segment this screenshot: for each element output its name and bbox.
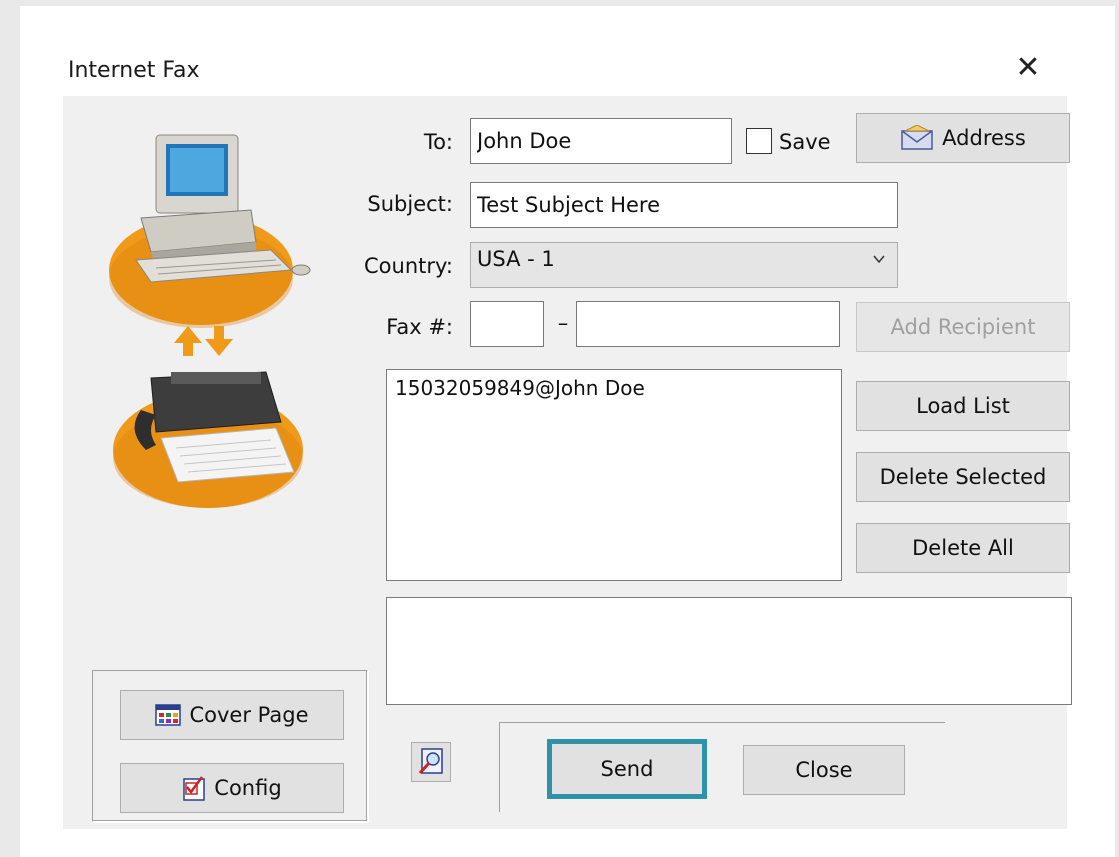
close-button[interactable]: Close [743, 745, 905, 795]
send-button[interactable]: Send [547, 739, 707, 799]
fax-label: Fax #: [386, 315, 453, 339]
envelope-icon [901, 125, 933, 150]
cover-page-label: Cover Page [189, 703, 309, 727]
delete-all-button[interactable]: Delete All [856, 523, 1070, 573]
fax-window: Internet Fax ✕ To: John Doe Save Address… [20, 6, 1115, 857]
preview-button[interactable] [411, 742, 451, 782]
fax-dialog: To: Save Address Subject: Country: USA -… [63, 96, 1072, 829]
message-textarea[interactable] [386, 597, 1072, 705]
cover-page-button[interactable]: Cover Page [120, 690, 344, 740]
address-button-label: Address [942, 126, 1026, 150]
address-button[interactable]: Address [856, 113, 1070, 163]
fax-area-code-field[interactable] [470, 301, 544, 347]
fax-dash: – [557, 311, 569, 335]
save-label: Save [779, 130, 831, 154]
computer-fax-illustration [109, 134, 311, 508]
grid-icon [155, 704, 182, 726]
subject-label: Subject: [367, 192, 453, 216]
config-label: Config [214, 776, 282, 800]
to-label: To: [423, 130, 453, 154]
recipient-list-item[interactable]: 15032059849@John Doe [395, 376, 833, 400]
subject-field[interactable] [470, 182, 898, 228]
save-checkbox[interactable] [746, 128, 772, 154]
window-title: Internet Fax [68, 58, 200, 83]
to-field[interactable] [470, 118, 732, 164]
fax-number-field[interactable] [576, 301, 840, 347]
recipient-listbox[interactable]: 15032059849@John Doe [386, 369, 842, 581]
load-list-button[interactable]: Load List [856, 381, 1070, 431]
country-select[interactable]: USA - 1 [470, 242, 898, 288]
delete-selected-button[interactable]: Delete Selected [856, 452, 1070, 502]
country-select-value: USA - 1 [477, 247, 555, 271]
checklist-icon [183, 776, 206, 801]
magnifier-page-icon [418, 748, 443, 775]
config-button[interactable]: Config [120, 763, 344, 813]
chevron-down-icon [873, 255, 885, 264]
add-recipient-button[interactable]: Add Recipient [856, 302, 1070, 352]
close-x-icon[interactable]: ✕ [1010, 50, 1046, 86]
country-label: Country: [364, 254, 453, 278]
